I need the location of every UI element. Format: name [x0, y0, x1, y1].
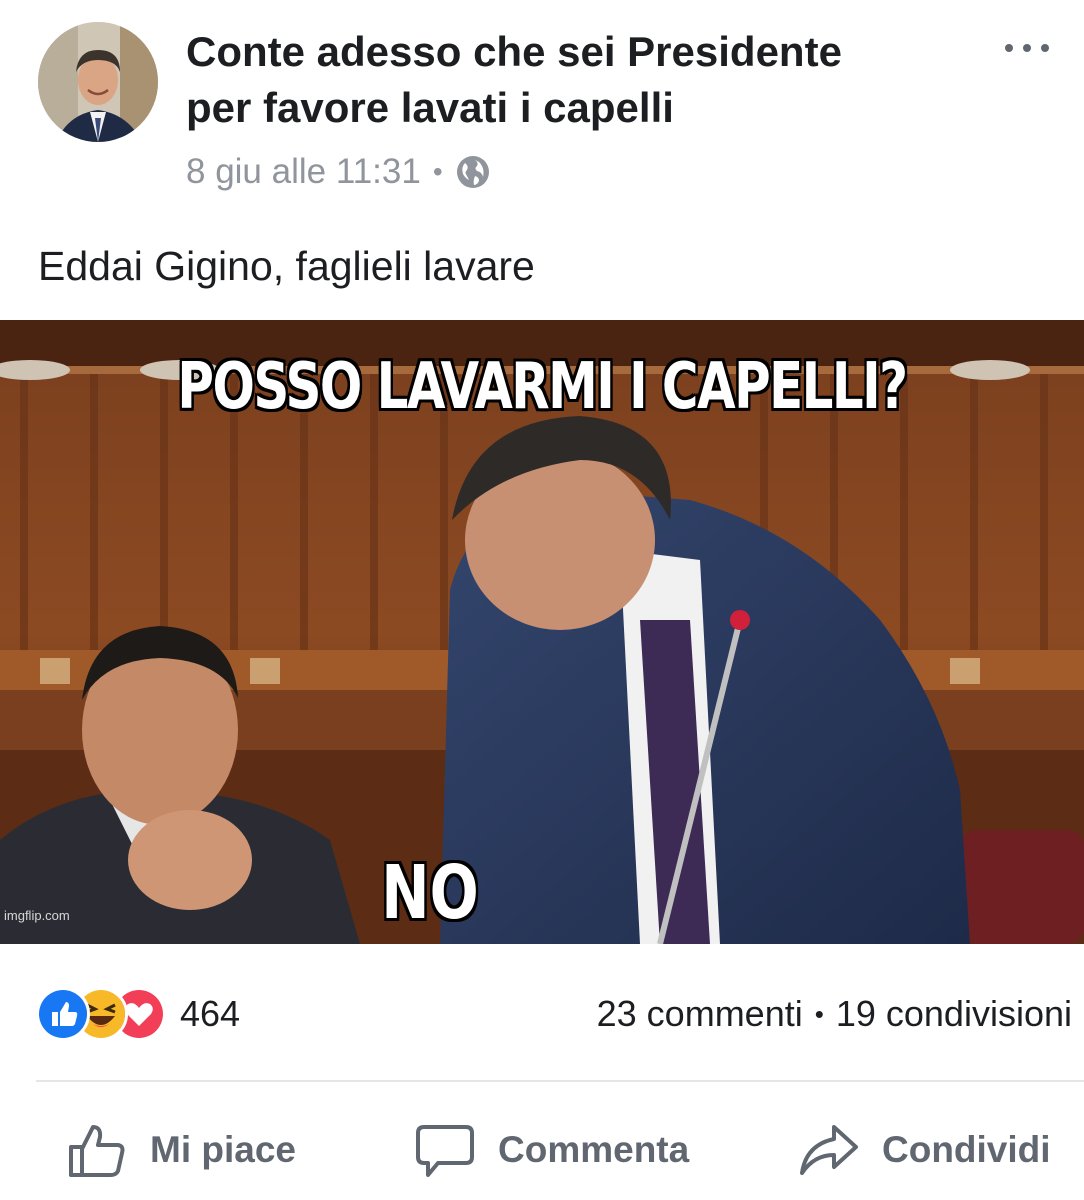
reaction-summary[interactable]: 464	[36, 987, 241, 1041]
action-divider	[36, 1080, 1084, 1082]
stats-separator: •	[814, 998, 824, 1029]
image-watermark: imgflip.com	[4, 908, 70, 923]
post-timestamp[interactable]: 8 giu alle 11:31	[186, 152, 421, 192]
meme-caption-bottom: NO	[381, 850, 479, 936]
comment-button[interactable]: Commenta	[414, 1112, 689, 1188]
meta-separator: •	[432, 156, 443, 187]
thumbs-up-icon	[69, 1125, 125, 1177]
like-button-label: Mi piace	[150, 1129, 296, 1170]
page-name-line1: Conte adesso che sei Presidente	[186, 28, 842, 75]
action-bar: Mi piace Commenta Condividi	[0, 1112, 1084, 1188]
comment-bubble-icon	[416, 1125, 474, 1177]
page-name-line2: per favore lavati i capelli	[186, 84, 674, 131]
comment-count-link[interactable]: 23 commenti	[597, 993, 803, 1035]
avatar-photo	[38, 22, 158, 142]
share-arrow-icon	[800, 1125, 858, 1175]
page-avatar[interactable]	[38, 22, 158, 142]
post-text: Eddai Gigino, faglieli lavare	[38, 243, 535, 289]
share-button-label: Condividi	[882, 1129, 1051, 1170]
more-options-button[interactable]	[995, 28, 1059, 68]
post-image[interactable]: POSSO LAVARMI I CAPELLI? NO	[0, 320, 1084, 944]
engagement-stats: 23 commenti • 19 condivisioni	[597, 988, 1072, 1040]
reaction-count: 464	[180, 993, 241, 1034]
post-meta: 8 giu alle 11:31 •	[186, 150, 491, 194]
like-button[interactable]: Mi piace	[66, 1112, 296, 1188]
page-name[interactable]: Conte adesso che sei Presidente per favo…	[186, 24, 966, 136]
share-count-link[interactable]: 19 condivisioni	[836, 993, 1072, 1035]
share-button[interactable]: Condividi	[798, 1112, 1051, 1188]
globe-icon	[455, 154, 491, 190]
meme-caption-top: POSSO LAVARMI I CAPELLI?	[177, 350, 908, 424]
more-options-icon	[1005, 44, 1049, 52]
like-reaction-icon	[36, 987, 90, 1041]
comment-button-label: Commenta	[498, 1129, 690, 1170]
